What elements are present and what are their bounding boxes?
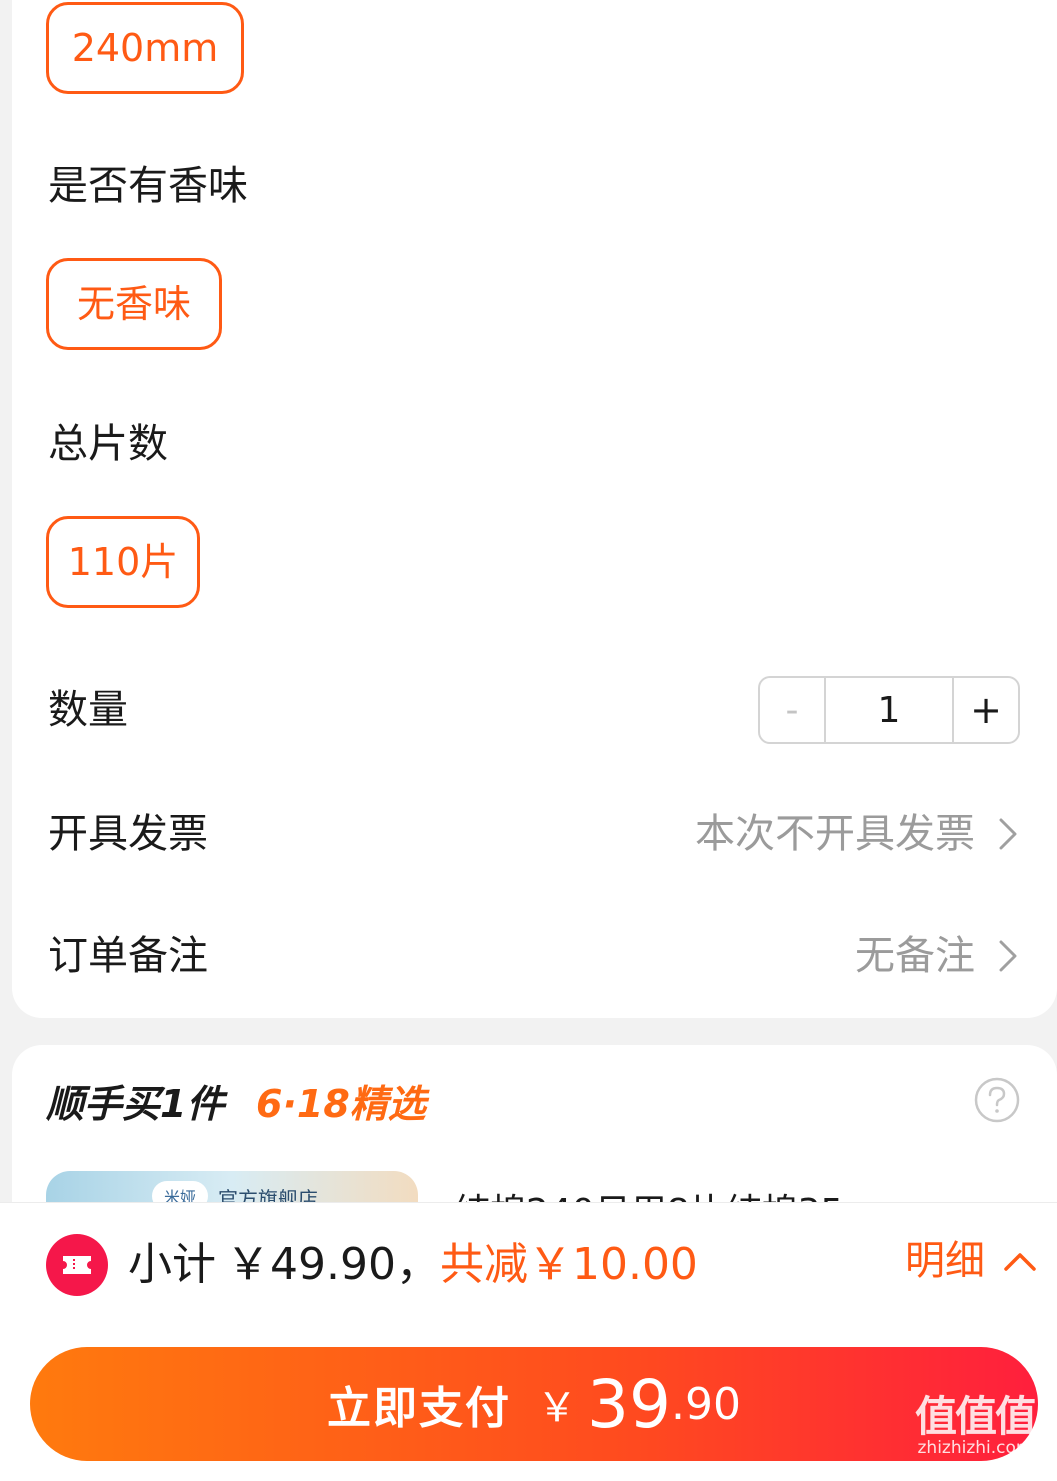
remark-value: 无备注 [855,933,975,979]
quantity-label: 数量 [48,687,128,733]
subtotal-amount: ￥49.90， [226,1239,440,1290]
detail-label: 明细 [905,1238,985,1284]
price-detail-button[interactable]: 明细 [905,1241,1037,1281]
count-section-label: 总片数 [48,421,168,467]
invoice-label: 开具发票 [48,811,208,857]
watermark: 值值值 zhizhizhi.com [900,1396,1050,1476]
pay-amount-decimal: .90 [671,1378,741,1430]
pay-label: 立即支付 [327,1383,512,1434]
discount-amount: 共减￥10.00 [439,1239,698,1290]
addon-title: 顺手买1件 [46,1082,225,1126]
addon-subtitle: 6·18精选 [256,1082,426,1126]
pay-currency: ￥ [537,1385,578,1431]
pay-amount-integer: 39 [587,1365,671,1443]
size-option-chip[interactable]: 240mm [46,2,244,94]
invoice-row[interactable]: 本次不开具发票 [695,814,1021,854]
subtotal-summary: 小计 ￥49.90， 共减￥10.00 [128,1243,698,1287]
coupon-icon [46,1234,108,1296]
quantity-decrease-button[interactable]: - [760,678,826,742]
checkout-page: 240mm 是否有香味 无香味 总片数 110片 数量 - 1 + 开具发票 本… [0,0,1057,1481]
pay-now-button[interactable]: 立即支付 ￥ 39 .90 [30,1347,1038,1461]
checkout-bar: 小计 ￥49.90， 共减￥10.00 明细 立即支付 ￥ 39 .90 [0,1202,1057,1481]
watermark-logo: 值值值 [914,1392,1037,1441]
help-icon[interactable] [974,1077,1020,1123]
chevron-right-icon [999,940,1017,972]
remark-label: 订单备注 [48,933,208,979]
subtotal-prefix: 小计 [128,1239,216,1290]
chevron-up-icon [1004,1253,1036,1271]
count-option-chip[interactable]: 110片 [46,516,200,608]
chevron-right-icon [999,818,1017,850]
quantity-input[interactable]: 1 [826,678,952,742]
quantity-increase-button[interactable]: + [952,678,1018,742]
quantity-stepper: - 1 + [758,676,1020,744]
scent-option-chip[interactable]: 无香味 [46,258,222,350]
scent-section-label: 是否有香味 [48,163,248,209]
watermark-url: zhizhizhi.com [917,1438,1033,1458]
remark-row[interactable]: 无备注 [855,936,1021,976]
order-options-card: 240mm 是否有香味 无香味 总片数 110片 数量 - 1 + 开具发票 本… [12,0,1057,1018]
invoice-value: 本次不开具发票 [695,811,975,857]
